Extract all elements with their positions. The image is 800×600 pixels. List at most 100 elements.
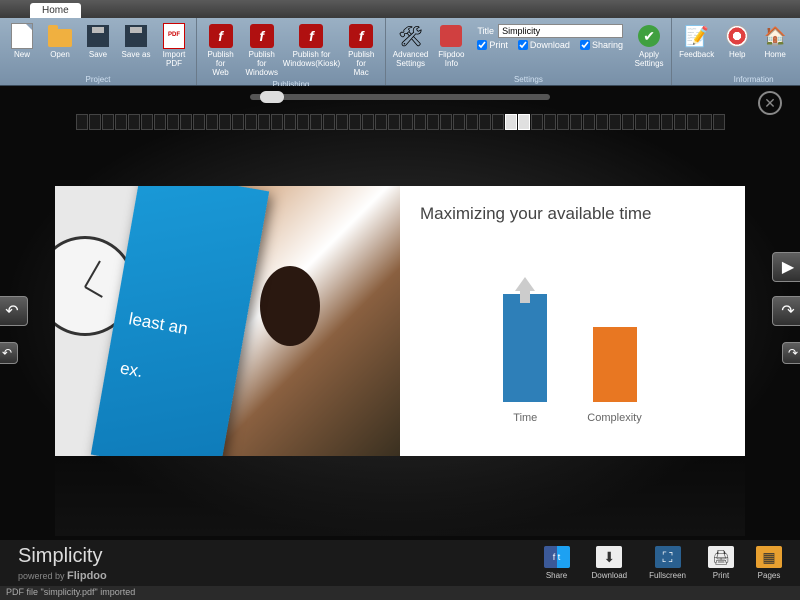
page-thumbnail[interactable] <box>154 114 166 130</box>
apply-settings-button[interactable]: ✔ Apply Settings <box>631 20 667 74</box>
page-thumbnail[interactable] <box>76 114 88 130</box>
page-thumbnail[interactable] <box>193 114 205 130</box>
fullscreen-button[interactable]: ⛶ Fullscreen <box>649 546 686 580</box>
page-thumbnail[interactable] <box>635 114 647 130</box>
undo-button[interactable]: ↶ <box>0 296 28 326</box>
page-thumbnail[interactable] <box>544 114 556 130</box>
close-preview-button[interactable]: ✕ <box>758 91 782 115</box>
page-thumbnail[interactable] <box>596 114 608 130</box>
publish-kiosk-button[interactable]: f Publish for Windows(Kiosk) <box>283 20 339 79</box>
page-thumbnail[interactable] <box>531 114 543 130</box>
page-thumbnail[interactable] <box>141 114 153 130</box>
page-thumbnail[interactable] <box>180 114 192 130</box>
new-button[interactable]: New <box>4 20 40 74</box>
page-thumbnail[interactable] <box>89 114 101 130</box>
redo-button[interactable]: ↷ <box>772 296 800 326</box>
feedback-label: Feedback <box>679 51 714 60</box>
save-as-button[interactable]: Save as <box>118 20 154 74</box>
page-thumbnail[interactable] <box>622 114 634 130</box>
page-thumbnail[interactable] <box>661 114 673 130</box>
page-thumbnail[interactable] <box>219 114 231 130</box>
advanced-label: Advanced Settings <box>393 51 429 69</box>
page-thumbnail[interactable] <box>518 114 530 130</box>
download-button[interactable]: ⬇ Download <box>592 546 628 580</box>
page-thumbnail[interactable] <box>297 114 309 130</box>
page-thumbnail[interactable] <box>609 114 621 130</box>
publication-title: Simplicity <box>18 545 107 568</box>
page-thumbnail[interactable] <box>687 114 699 130</box>
page-thumbnail[interactable] <box>570 114 582 130</box>
group-title-information: Information <box>676 74 800 85</box>
page-thumbnail[interactable] <box>401 114 413 130</box>
help-label: Help <box>729 51 745 60</box>
page-thumbnail[interactable] <box>479 114 491 130</box>
page-thumbnail[interactable] <box>245 114 257 130</box>
redo-small-button[interactable]: ↷ <box>782 342 800 364</box>
advanced-settings-button[interactable]: 🛠 Advanced Settings <box>390 20 432 74</box>
page-thumbnail[interactable] <box>466 114 478 130</box>
help-button[interactable]: Help <box>719 20 755 74</box>
tab-home[interactable]: Home <box>30 3 81 18</box>
about-button[interactable]: i About <box>795 20 800 74</box>
scrubber-thumb[interactable] <box>260 91 284 103</box>
page-thumbnail[interactable] <box>167 114 179 130</box>
open-button[interactable]: Open <box>42 20 78 74</box>
page-thumbnail[interactable] <box>284 114 296 130</box>
publish-windows-button[interactable]: f Publish for Windows <box>242 20 281 79</box>
title-input[interactable] <box>498 24 623 38</box>
page-thumbnail[interactable] <box>128 114 140 130</box>
next-page-button[interactable]: ▶ <box>772 252 800 282</box>
page-thumbnail[interactable] <box>206 114 218 130</box>
page-thumbnail[interactable] <box>323 114 335 130</box>
page-thumbnail[interactable] <box>648 114 660 130</box>
publish-web-button[interactable]: f Publish for Web <box>201 20 240 79</box>
ribbon: New Open Save Save as Import PDF Project <box>0 18 800 86</box>
new-label: New <box>14 51 30 60</box>
import-pdf-button[interactable]: Import PDF <box>156 20 192 74</box>
publish-mac-button[interactable]: f Publish for Mac <box>342 20 381 79</box>
save-button[interactable]: Save <box>80 20 116 74</box>
page-thumbnail[interactable] <box>102 114 114 130</box>
timeline-scrubber[interactable] <box>250 94 550 100</box>
chart-bar: Time <box>503 277 547 424</box>
page-thumbnail[interactable] <box>375 114 387 130</box>
flipdoo-info-button[interactable]: Flipdoo Info <box>433 20 469 74</box>
save-label: Save <box>89 51 107 60</box>
page-thumbnail[interactable] <box>388 114 400 130</box>
fullscreen-icon: ⛶ <box>655 546 681 568</box>
page-thumbnail[interactable] <box>258 114 270 130</box>
page-thumbnail[interactable] <box>414 114 426 130</box>
page-thumbnail[interactable] <box>427 114 439 130</box>
print-button[interactable]: 🖨 Print <box>708 546 734 580</box>
page-thumbnail[interactable] <box>700 114 712 130</box>
page-thumbnail[interactable] <box>505 114 517 130</box>
page-thumbnail[interactable] <box>115 114 127 130</box>
page-thumbnail[interactable] <box>453 114 465 130</box>
sharing-checkbox[interactable]: Sharing <box>580 40 623 50</box>
page-thumbnail[interactable] <box>492 114 504 130</box>
page-thumbnail[interactable] <box>557 114 569 130</box>
download-checkbox[interactable]: Download <box>518 40 570 50</box>
folder-icon <box>46 22 74 50</box>
page-thumbnail[interactable] <box>336 114 348 130</box>
tools-icon: 🛠 <box>397 22 425 50</box>
page-thumbnail[interactable] <box>440 114 452 130</box>
flash-icon: f <box>297 22 325 50</box>
share-button[interactable]: f t Share <box>544 546 570 580</box>
print-checkbox[interactable]: Print <box>477 40 508 50</box>
page-thumbnail[interactable] <box>674 114 686 130</box>
page-thumbnail[interactable] <box>362 114 374 130</box>
page-thumbnail[interactable] <box>583 114 595 130</box>
page-thumbnail[interactable] <box>271 114 283 130</box>
flash-icon: f <box>207 22 235 50</box>
page-thumbnail[interactable] <box>310 114 322 130</box>
feedback-button[interactable]: 📝 Feedback <box>676 20 717 74</box>
flipdoo-icon <box>437 22 465 50</box>
flipbook[interactable]: least an ex. Maximizing your available t… <box>55 186 745 456</box>
pages-button[interactable]: ▦ Pages <box>756 546 782 580</box>
page-thumbnail[interactable] <box>713 114 725 130</box>
home-button[interactable]: 🏠 Home <box>757 20 793 74</box>
undo-small-button[interactable]: ↶ <box>0 342 18 364</box>
page-thumbnail[interactable] <box>349 114 361 130</box>
page-thumbnail[interactable] <box>232 114 244 130</box>
